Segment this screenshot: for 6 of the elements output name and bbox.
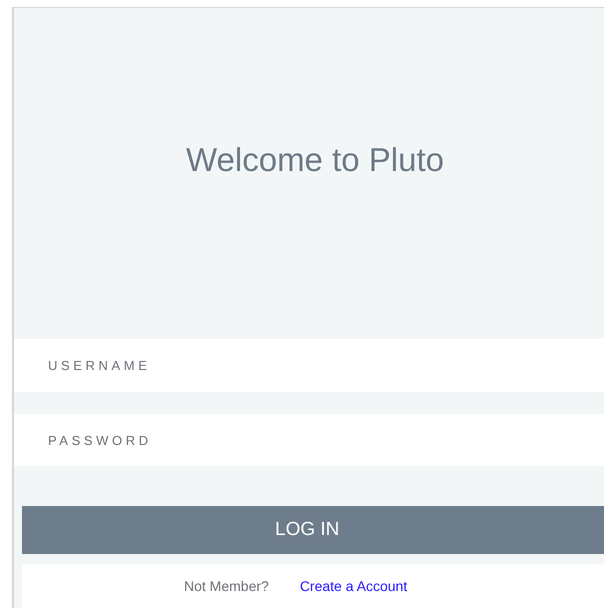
not-member-text: Not Member? [184,578,269,594]
create-account-link[interactable]: Create a Account [300,578,408,594]
login-button[interactable]: LOG IN [22,506,604,554]
username-field[interactable]: USERNAME [14,338,604,392]
welcome-title: Welcome to Pluto [186,141,444,180]
password-field[interactable]: PASSWORD [14,414,604,466]
